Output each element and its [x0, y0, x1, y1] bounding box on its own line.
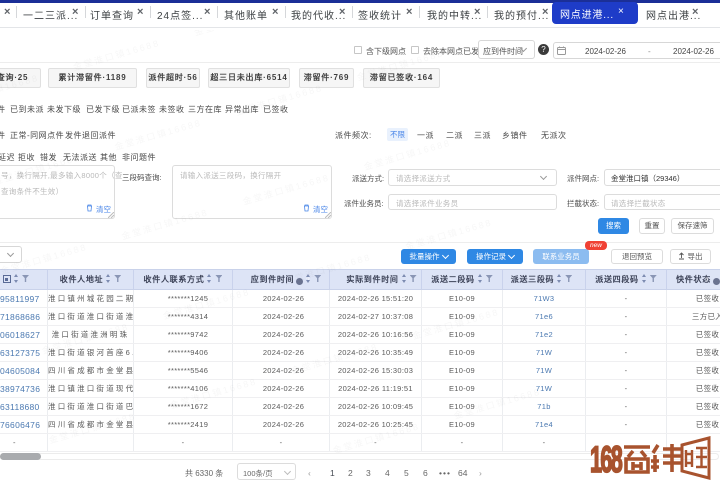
svg-text:168: 168	[590, 440, 623, 480]
